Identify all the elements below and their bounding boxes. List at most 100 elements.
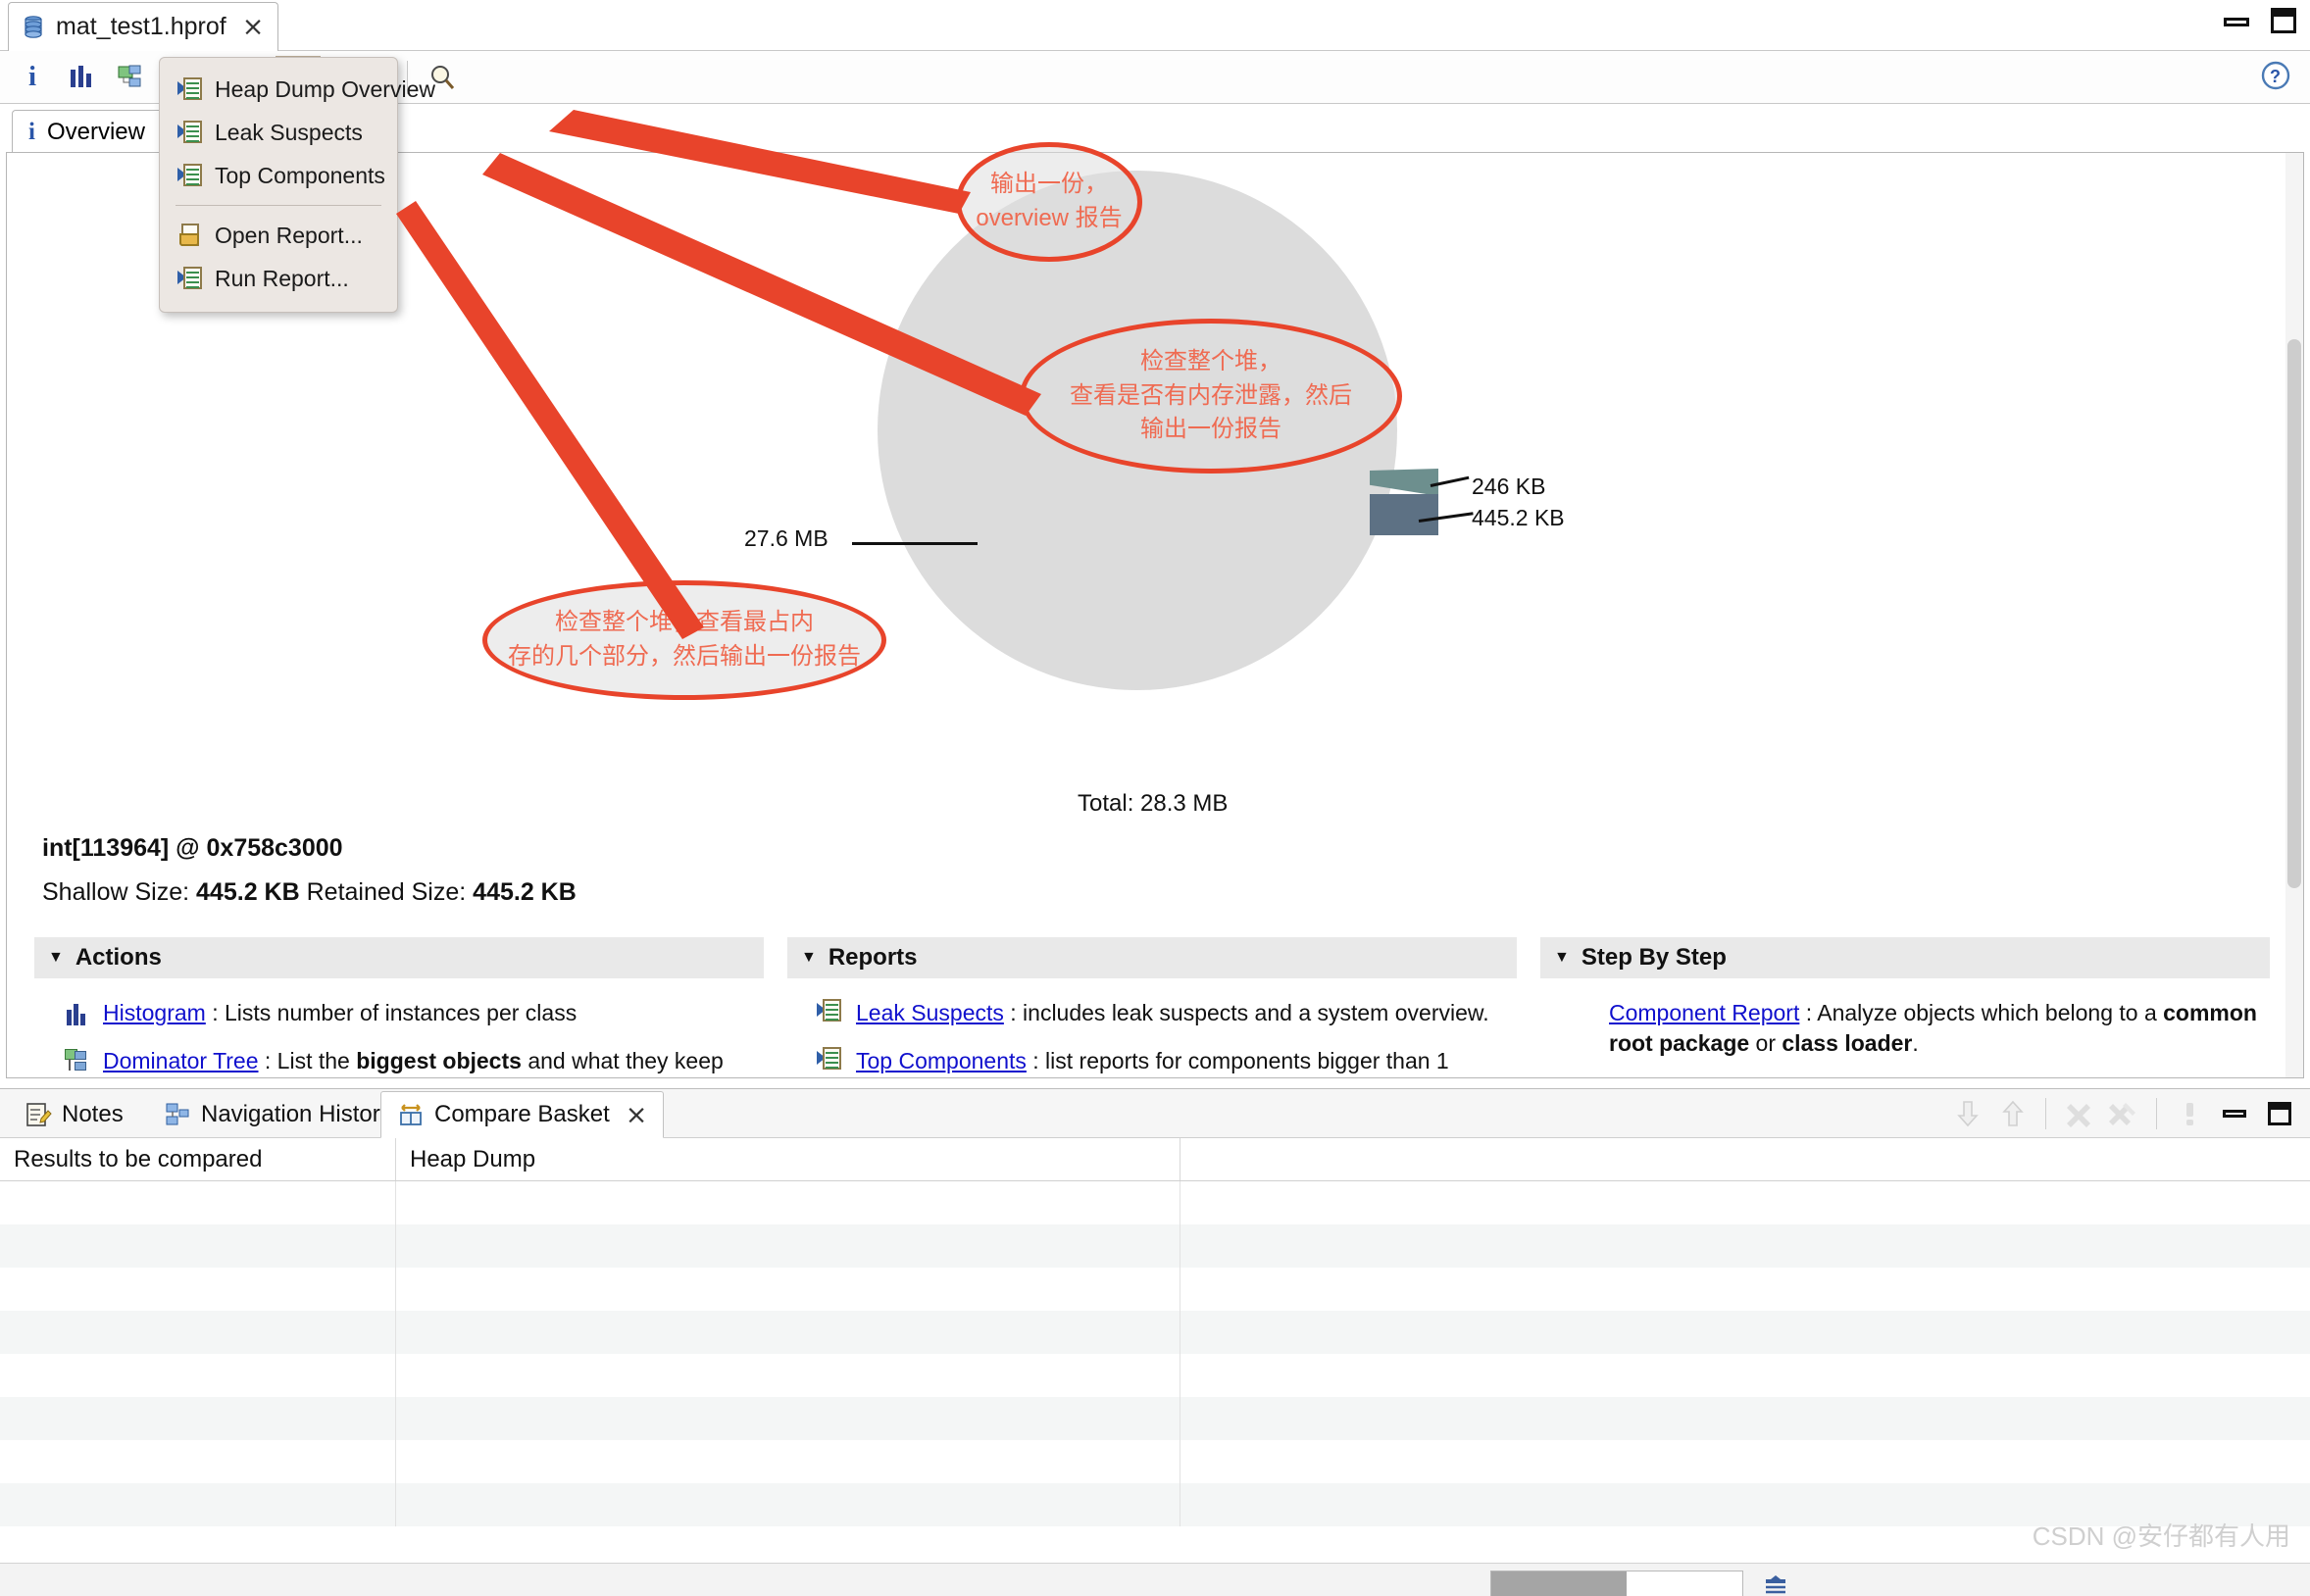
table-row[interactable] xyxy=(0,1311,2310,1354)
menu-item-run-report[interactable]: Run Report... xyxy=(160,257,397,300)
pie-slice-445kb[interactable] xyxy=(1370,494,1438,535)
menu-item-open-report[interactable]: Open Report... xyxy=(160,214,397,257)
link-top-components[interactable]: Top Components xyxy=(856,1048,1027,1073)
tab-compare-basket[interactable]: Compare Basket × xyxy=(380,1091,665,1138)
menu-item-heap-dump-overview[interactable]: Heap Dump Overview xyxy=(160,68,435,111)
tab-compare-basket-close-icon[interactable]: × xyxy=(626,1102,648,1128)
svg-text:?: ? xyxy=(2270,67,2281,86)
compare-basket-table: Results to be compared Heap Dump xyxy=(0,1138,2310,1563)
bottom-panel-toolbar xyxy=(1945,1089,2302,1138)
section-step-title: Step By Step xyxy=(1581,944,1727,971)
section-actions-title: Actions xyxy=(75,944,162,971)
histogram-icon xyxy=(64,1001,89,1026)
link-dominator-tree[interactable]: Dominator Tree xyxy=(103,1048,259,1073)
move-up-button[interactable] xyxy=(1990,1089,2035,1138)
report-icon xyxy=(177,163,203,188)
section-reports-header[interactable]: ▼ Reports xyxy=(787,937,1517,978)
table-row[interactable] xyxy=(0,1268,2310,1311)
column-header-empty[interactable] xyxy=(1180,1138,2310,1180)
overview-sections: ▼ Actions Histogram : Lists number of in… xyxy=(34,937,2270,1077)
maximize-panel-button[interactable] xyxy=(2257,1089,2302,1138)
histogram-button[interactable] xyxy=(59,56,104,99)
help-icon[interactable]: ? xyxy=(2259,59,2292,97)
editor-tab-close-icon[interactable]: × xyxy=(242,14,265,40)
arrow-up-icon xyxy=(2002,1100,2024,1126)
link-component-report[interactable]: Component Report xyxy=(1609,1000,1799,1025)
heap-status-monitor[interactable] xyxy=(1490,1571,1743,1596)
link-leak-suspects[interactable]: Leak Suspects xyxy=(856,1000,1004,1025)
navigation-history-icon xyxy=(166,1103,189,1125)
status-bar xyxy=(0,1563,2310,1596)
info-icon: i xyxy=(27,61,37,92)
scrollbar-thumb[interactable] xyxy=(2287,339,2301,888)
menu-item-leak-suspects-label: Leak Suspects xyxy=(215,119,363,145)
tab-compare-basket-label: Compare Basket xyxy=(434,1101,610,1127)
run-gc-button[interactable] xyxy=(1755,1571,1796,1596)
minimize-panel-button[interactable] xyxy=(2212,1089,2257,1138)
move-down-button[interactable] xyxy=(1945,1089,1990,1138)
trash-icon xyxy=(1766,1575,1785,1594)
annotation-top-components: 检查整个堆，查看最占内 存的几个部分，然后输出一份报告 xyxy=(482,580,886,700)
pie-label-246kb: 246 KB xyxy=(1472,474,1546,499)
shallow-size-label: Shallow Size: xyxy=(42,878,190,906)
histogram-icon xyxy=(71,65,91,87)
table-row[interactable] xyxy=(0,1224,2310,1268)
tab-navigation-history[interactable]: Navigation History xyxy=(147,1091,409,1138)
window-titlebar: mat_test1.hprof × xyxy=(0,0,2310,51)
minimize-icon[interactable] xyxy=(2224,18,2249,26)
action-histogram-text: Histogram : Lists number of instances pe… xyxy=(103,998,577,1028)
watermark: CSDN @安仔都有人用 xyxy=(2032,1521,2290,1551)
overview-info-button[interactable]: i xyxy=(10,56,55,99)
report-icon xyxy=(177,266,203,291)
report-dropdown-menu: Heap Dump Overview Leak Suspects Top Com… xyxy=(159,57,435,313)
action-dominator-text: Dominator Tree : List the biggest object… xyxy=(103,1046,754,1077)
remove-button[interactable] xyxy=(2056,1089,2101,1138)
editor-tab-heap-dump[interactable]: mat_test1.hprof × xyxy=(8,2,279,51)
section-step-header[interactable]: ▼ Step By Step xyxy=(1540,937,2270,978)
compare-basket-icon xyxy=(400,1104,422,1125)
table-row[interactable] xyxy=(0,1440,2310,1483)
table-row[interactable] xyxy=(0,1181,2310,1224)
section-actions-header[interactable]: ▼ Actions xyxy=(34,937,764,978)
section-step-by-step: ▼ Step By Step Component Report : Analyz… xyxy=(1540,937,2270,1077)
view-menu-button[interactable] xyxy=(2167,1089,2212,1138)
report-top-components-text: Top Components : list reports for compon… xyxy=(856,1046,1507,1077)
report-leak-text: Leak Suspects : includes leak suspects a… xyxy=(856,998,1489,1028)
pie-total-label: Total: 28.3 MB xyxy=(1078,790,1229,817)
step-desc1: : Analyze objects which belong to a xyxy=(1799,1000,2164,1025)
step-mid: or xyxy=(1749,1029,1783,1056)
tab-notes[interactable]: Notes xyxy=(8,1091,140,1138)
table-row[interactable] xyxy=(0,1397,2310,1440)
tab-notes-label: Notes xyxy=(62,1101,124,1127)
column-header-results[interactable]: Results to be compared xyxy=(0,1138,396,1180)
vertical-dots-icon xyxy=(2186,1103,2193,1125)
retained-size-value: 445.2 KB xyxy=(473,878,577,906)
menu-item-leak-suspects[interactable]: Leak Suspects xyxy=(160,111,397,154)
tab-navigation-history-label: Navigation History xyxy=(201,1101,392,1127)
retained-size-label: Retained Size: xyxy=(306,878,467,906)
table-row[interactable] xyxy=(0,1483,2310,1526)
action-dominator-desc1: : List the xyxy=(258,1047,357,1073)
link-histogram[interactable]: Histogram xyxy=(103,1000,206,1025)
step-bold2: class loader xyxy=(1782,1029,1913,1056)
bottom-toolbar-separator-2 xyxy=(2156,1098,2157,1129)
table-header-row: Results to be compared Heap Dump xyxy=(0,1138,2310,1181)
report-row-leak-suspects: Leak Suspects : includes leak suspects a… xyxy=(817,998,1507,1028)
report-icon xyxy=(817,1046,842,1072)
editor-vertical-scrollbar[interactable] xyxy=(2285,153,2303,1077)
bottom-toolbar-separator xyxy=(2045,1098,2046,1129)
table-row[interactable] xyxy=(0,1354,2310,1397)
step-component-text: Component Report : Analyze objects which… xyxy=(1609,998,2260,1059)
report-icon xyxy=(817,998,842,1023)
clear-all-button[interactable] xyxy=(2101,1089,2146,1138)
menu-item-top-components[interactable]: Top Components xyxy=(160,154,397,197)
action-row-dominator-tree: Dominator Tree : List the biggest object… xyxy=(64,1046,754,1077)
column-header-heap-dump[interactable]: Heap Dump xyxy=(396,1138,1180,1180)
report-row-top-components: Top Components : list reports for compon… xyxy=(817,1046,1507,1077)
annotation-leak-suspects-text: 检查整个堆， 查看是否有内存泄露，然后 输出一份报告 xyxy=(1070,347,1352,443)
info-icon: i xyxy=(28,118,35,145)
dominator-tree-button[interactable] xyxy=(108,56,153,99)
maximize-icon[interactable] xyxy=(2271,8,2296,33)
open-report-icon xyxy=(177,223,203,248)
report-icon xyxy=(177,76,203,102)
